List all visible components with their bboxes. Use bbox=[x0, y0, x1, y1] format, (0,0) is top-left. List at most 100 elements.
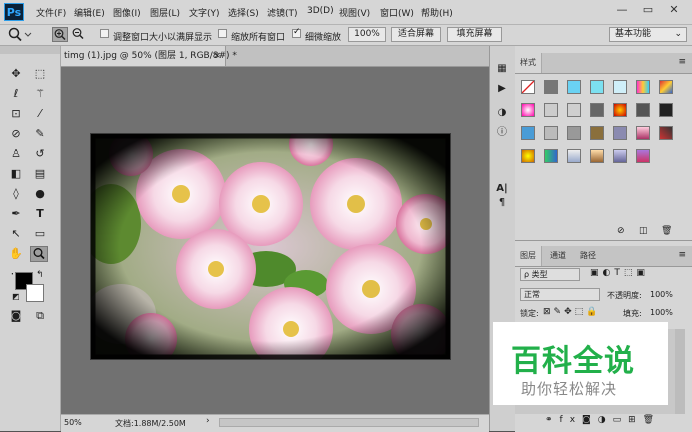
pen-tool-icon[interactable]: ✒ bbox=[7, 206, 25, 222]
background-color-swatch[interactable] bbox=[26, 284, 44, 302]
layers-menu-icon[interactable]: ≡ bbox=[678, 250, 686, 260]
eyedropper-tool-icon[interactable]: ⁄ bbox=[31, 106, 49, 122]
menu-help[interactable]: 帮助(H) bbox=[421, 6, 453, 19]
tab-layers[interactable]: 图层 bbox=[515, 246, 542, 266]
menu-window[interactable]: 窗口(W) bbox=[380, 6, 414, 19]
style-swatch[interactable] bbox=[613, 149, 627, 163]
new-style-icon[interactable]: ◫ bbox=[639, 226, 648, 236]
style-swatch[interactable] bbox=[590, 149, 604, 163]
clear-style-icon[interactable]: ⊘ bbox=[617, 226, 625, 236]
blur-tool-icon[interactable]: ◊ bbox=[7, 186, 25, 202]
hand-tool-icon[interactable]: ✋ bbox=[7, 246, 25, 262]
zoom-out-button[interactable] bbox=[71, 27, 87, 42]
lock-icons[interactable]: ⊠✎✥⬚🔒 bbox=[543, 307, 600, 317]
document-image[interactable] bbox=[91, 134, 450, 359]
tab-channels[interactable]: 通道 bbox=[545, 246, 571, 266]
style-swatch[interactable] bbox=[636, 126, 650, 140]
fill-screen-button[interactable]: 填充屏幕 bbox=[447, 27, 502, 42]
style-swatch[interactable] bbox=[567, 149, 581, 163]
lasso-tool-icon[interactable]: ℓ bbox=[7, 86, 25, 102]
close-window-button[interactable]: ✕ bbox=[662, 2, 686, 18]
actions-panel-icon[interactable]: ▶ bbox=[494, 82, 510, 96]
style-swatch[interactable] bbox=[590, 126, 604, 140]
paragraph-panel-icon[interactable]: ¶ bbox=[494, 196, 510, 210]
tab-styles[interactable]: 样式 bbox=[515, 53, 542, 73]
magic-wand-tool-icon[interactable]: ⚚ bbox=[31, 86, 49, 102]
style-swatch[interactable] bbox=[613, 126, 627, 140]
style-swatch[interactable] bbox=[521, 103, 535, 117]
style-swatch[interactable] bbox=[521, 149, 535, 163]
style-swatch[interactable] bbox=[636, 103, 650, 117]
opacity-value[interactable]: 100% bbox=[650, 290, 673, 299]
style-swatch[interactable] bbox=[544, 149, 558, 163]
menu-3d[interactable]: 3D(D) bbox=[307, 6, 334, 16]
style-swatch[interactable] bbox=[613, 80, 627, 94]
filter-icons[interactable]: ▣◐T⬚▣ bbox=[590, 268, 649, 278]
history-panel-icon[interactable]: ▦ bbox=[494, 62, 510, 76]
path-selection-tool-icon[interactable]: ↖ bbox=[7, 226, 25, 242]
actual-pixels-button[interactable]: 100% bbox=[348, 27, 386, 42]
resize-windows-checkbox[interactable] bbox=[100, 29, 109, 38]
fit-screen-button[interactable]: 适合屏幕 bbox=[391, 27, 441, 42]
blend-mode-select[interactable]: 正常 bbox=[520, 288, 600, 301]
history-brush-tool-icon[interactable]: ↺ bbox=[31, 146, 49, 162]
healing-brush-tool-icon[interactable]: ⊘ bbox=[7, 126, 25, 142]
tool-preset-picker[interactable] bbox=[6, 27, 32, 42]
close-tab-icon[interactable]: × bbox=[213, 46, 221, 66]
minimize-button[interactable]: — bbox=[610, 2, 634, 18]
rectangle-tool-icon[interactable]: ▭ bbox=[31, 226, 49, 242]
layer-actions[interactable]: ⚭fx◙◑▭⊞🗑 bbox=[545, 415, 661, 425]
style-swatch[interactable] bbox=[567, 80, 581, 94]
zoom-tool-icon[interactable] bbox=[30, 246, 48, 262]
style-swatch[interactable] bbox=[567, 103, 581, 117]
fill-value[interactable]: 100% bbox=[650, 308, 673, 317]
style-swatch[interactable] bbox=[590, 80, 604, 94]
menu-select[interactable]: 选择(S) bbox=[228, 6, 259, 19]
dodge-tool-icon[interactable]: ● bbox=[31, 186, 49, 202]
menu-view[interactable]: 视图(V) bbox=[339, 6, 370, 19]
gradient-tool-icon[interactable]: ▤ bbox=[31, 166, 49, 182]
swap-colors-icon[interactable]: ↰ bbox=[36, 270, 44, 280]
move-tool-icon[interactable]: ✥ bbox=[7, 66, 25, 82]
type-tool-icon[interactable]: T bbox=[31, 206, 49, 222]
style-swatch[interactable] bbox=[659, 103, 673, 117]
style-swatch[interactable] bbox=[659, 126, 673, 140]
tab-paths[interactable]: 路径 bbox=[575, 246, 601, 266]
restore-button[interactable]: ▭ bbox=[636, 2, 660, 18]
zoom-level[interactable]: 50% bbox=[64, 418, 82, 427]
style-swatch[interactable] bbox=[636, 149, 650, 163]
panel-menu-icon[interactable]: ≡ bbox=[678, 57, 686, 67]
marquee-tool-icon[interactable]: ⬚ bbox=[31, 66, 49, 82]
style-swatch[interactable] bbox=[659, 80, 673, 94]
status-menu-arrow-icon[interactable]: › bbox=[206, 416, 210, 426]
style-swatch[interactable] bbox=[521, 80, 535, 94]
horizontal-scrollbar[interactable] bbox=[219, 418, 479, 427]
menu-edit[interactable]: 编辑(E) bbox=[74, 6, 105, 19]
menu-file[interactable]: 文件(F) bbox=[36, 6, 66, 19]
crop-tool-icon[interactable]: ⊡ bbox=[7, 106, 25, 122]
style-swatch[interactable] bbox=[544, 126, 558, 140]
zoom-in-button[interactable] bbox=[52, 27, 68, 42]
style-swatch[interactable] bbox=[613, 103, 627, 117]
style-swatch[interactable] bbox=[544, 103, 558, 117]
eraser-tool-icon[interactable]: ◧ bbox=[7, 166, 25, 182]
menu-layer[interactable]: 图层(L) bbox=[150, 6, 180, 19]
style-swatch[interactable] bbox=[590, 103, 604, 117]
delete-style-icon[interactable]: 🗑 bbox=[661, 226, 672, 236]
layers-scrollbar[interactable] bbox=[675, 329, 685, 414]
style-swatch[interactable] bbox=[521, 126, 535, 140]
layer-filter-select[interactable]: ρ 类型 bbox=[520, 268, 580, 281]
brush-tool-icon[interactable]: ✎ bbox=[31, 126, 49, 142]
style-swatch[interactable] bbox=[636, 80, 650, 94]
style-swatch[interactable] bbox=[567, 126, 581, 140]
scrubby-zoom-checkbox[interactable] bbox=[292, 27, 301, 38]
menu-image[interactable]: 图像(I) bbox=[113, 6, 141, 19]
style-swatch[interactable] bbox=[544, 80, 558, 94]
workspace-select[interactable]: 基本功能 ⌄ bbox=[609, 27, 687, 42]
adjustments-panel-icon[interactable]: ◑ bbox=[494, 106, 510, 120]
document-tab[interactable]: timg (1).jpg @ 50% (图层 1, RGB/8#) * × bbox=[61, 46, 237, 66]
screen-mode-icon[interactable]: ⧉ bbox=[31, 308, 49, 324]
menu-type[interactable]: 文字(Y) bbox=[189, 6, 220, 19]
default-colors-icon[interactable]: ◩ bbox=[12, 292, 20, 301]
clone-stamp-tool-icon[interactable]: ♙ bbox=[7, 146, 25, 162]
